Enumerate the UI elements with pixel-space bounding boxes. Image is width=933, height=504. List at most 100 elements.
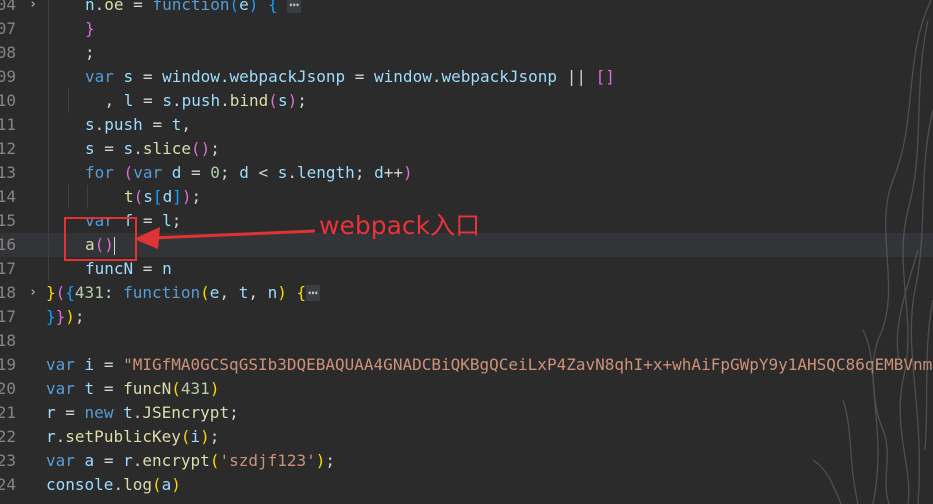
code-line[interactable]: 14 t(s[d]); xyxy=(0,185,933,209)
code-token: for xyxy=(85,163,114,182)
line-number: 09 xyxy=(0,67,16,86)
code-token: i xyxy=(84,355,95,374)
code-token: bind xyxy=(229,91,269,110)
code-token: ( xyxy=(209,451,220,470)
code-token: . xyxy=(133,139,143,158)
code-line[interactable]: 23 var a = r.encrypt('szdjf123'); xyxy=(0,449,933,473)
code-token: t xyxy=(124,187,134,206)
code-token: = xyxy=(345,67,375,86)
code-token: ) xyxy=(287,91,298,110)
code-line[interactable]: 17 funcN = n xyxy=(0,257,933,281)
code-token: l xyxy=(123,91,134,110)
code-token: < xyxy=(248,163,278,182)
line-number: 18 xyxy=(0,283,16,302)
code-text: r.setPublicKey(i); xyxy=(46,425,219,449)
code-line[interactable]: 12 s = s.slice(); xyxy=(0,137,933,161)
code-token: ; xyxy=(229,403,239,422)
code-token: [] xyxy=(595,67,615,86)
code-token: ( xyxy=(55,283,66,302)
code-token: function xyxy=(152,0,230,14)
code-token: webpackJsonp xyxy=(229,67,346,86)
highlight-box xyxy=(64,217,137,261)
code-line[interactable]: 11 s.push = t, xyxy=(0,113,933,137)
code-token: = xyxy=(133,91,163,110)
line-number: 15 xyxy=(0,211,16,230)
code-token: ) xyxy=(277,283,287,302)
code-token: ( xyxy=(171,379,181,398)
code-token: ) xyxy=(171,475,181,494)
code-token: = xyxy=(142,115,172,134)
code-token: t xyxy=(171,115,182,134)
code-token: ++ xyxy=(383,163,403,182)
code-token: ( xyxy=(123,163,134,182)
code-token: , xyxy=(248,283,268,302)
code-line[interactable]: 04 › n.oe = function(e) { ⋯ xyxy=(0,0,933,17)
line-number: 17 xyxy=(0,307,16,326)
code-text: var i = "MIGfMA0GCSqGSIb3DQEBAQUAA4GNADC… xyxy=(46,353,932,377)
code-line[interactable]: 18 xyxy=(0,329,933,353)
code-text: , l = s.push.bind(s); xyxy=(105,89,307,113)
code-token: s xyxy=(85,115,95,134)
code-token: funcN xyxy=(123,379,172,398)
code-token: ) xyxy=(209,379,220,398)
line-number: 12 xyxy=(0,139,16,158)
code-token: i xyxy=(190,427,201,446)
fold-chevron-icon[interactable]: › xyxy=(26,281,40,305)
code-text: }({431: function(e, t, n) {⋯ xyxy=(46,281,320,305)
code-line[interactable]: 18 ›}({431: function(e, t, n) {⋯ xyxy=(0,281,933,305)
code-token: n xyxy=(85,0,95,14)
line-number: 14 xyxy=(0,187,16,206)
folded-region-ellipsis[interactable]: ⋯ xyxy=(287,0,301,13)
code-token: e xyxy=(239,0,249,14)
code-line[interactable]: 17}}); xyxy=(0,305,933,329)
code-token: s xyxy=(277,163,288,182)
code-token: a xyxy=(84,451,95,470)
code-token: "MIGfMA0GCSqGSIb3DQEBAQUAA4GNADCBiQKBgQC… xyxy=(123,355,933,374)
code-token: , xyxy=(104,91,124,110)
code-token: new xyxy=(84,403,114,422)
code-text: r = new t.JSEncrypt; xyxy=(46,401,239,425)
indent-guide xyxy=(48,209,49,233)
code-line[interactable]: 22 r.setPublicKey(i); xyxy=(0,425,933,449)
code-token: ) xyxy=(315,451,326,470)
code-line[interactable]: 20 var t = funcN(431) xyxy=(0,377,933,401)
code-line[interactable]: 19 var i = "MIGfMA0GCSqGSIb3DQEBAQUAA4GNA… xyxy=(0,353,933,377)
code-token: ( xyxy=(229,0,240,14)
indent-guide xyxy=(48,17,49,41)
line-number: 08 xyxy=(0,43,16,62)
code-line[interactable]: 07} xyxy=(0,17,933,41)
line-number: 07 xyxy=(0,19,16,38)
code-token: ( xyxy=(133,187,144,206)
code-line[interactable]: 10, l = s.push.bind(s); xyxy=(0,89,933,113)
line-number: 24 xyxy=(0,475,16,494)
code-token: oe xyxy=(104,0,124,14)
code-token: } xyxy=(46,283,56,302)
code-token: ( xyxy=(200,283,210,302)
line-number: 19 xyxy=(0,355,16,374)
code-token: d xyxy=(239,163,249,182)
code-token: . xyxy=(220,91,230,110)
fold-chevron-icon[interactable]: › xyxy=(26,0,40,17)
code-line[interactable]: 08; xyxy=(0,41,933,65)
indent-guide xyxy=(48,257,49,281)
indent-guide xyxy=(48,113,49,137)
code-token: = xyxy=(123,0,153,14)
folded-region-ellipsis[interactable]: ⋯ xyxy=(306,285,320,301)
annotation-arrow-icon xyxy=(134,227,315,249)
code-token: . xyxy=(287,163,298,182)
code-line[interactable]: 09 var s = window.webpackJsonp = window.w… xyxy=(0,65,933,89)
code-line[interactable]: 13 for (var d = 0; d < s.length; d++) xyxy=(0,161,933,185)
code-line[interactable]: 21 r = new t.JSEncrypt; xyxy=(0,401,933,425)
code-token: var xyxy=(46,451,75,470)
code-token: 0 xyxy=(210,163,220,182)
code-line[interactable]: 24 console.log(a) xyxy=(0,473,933,497)
code-token: } xyxy=(55,307,66,326)
code-editor[interactable]: 04 › n.oe = function(e) { ⋯ 07} 08; 09 var s =… xyxy=(0,0,933,504)
code-token: d xyxy=(374,163,384,182)
code-token: s xyxy=(143,187,153,206)
code-token: ; xyxy=(74,307,85,326)
